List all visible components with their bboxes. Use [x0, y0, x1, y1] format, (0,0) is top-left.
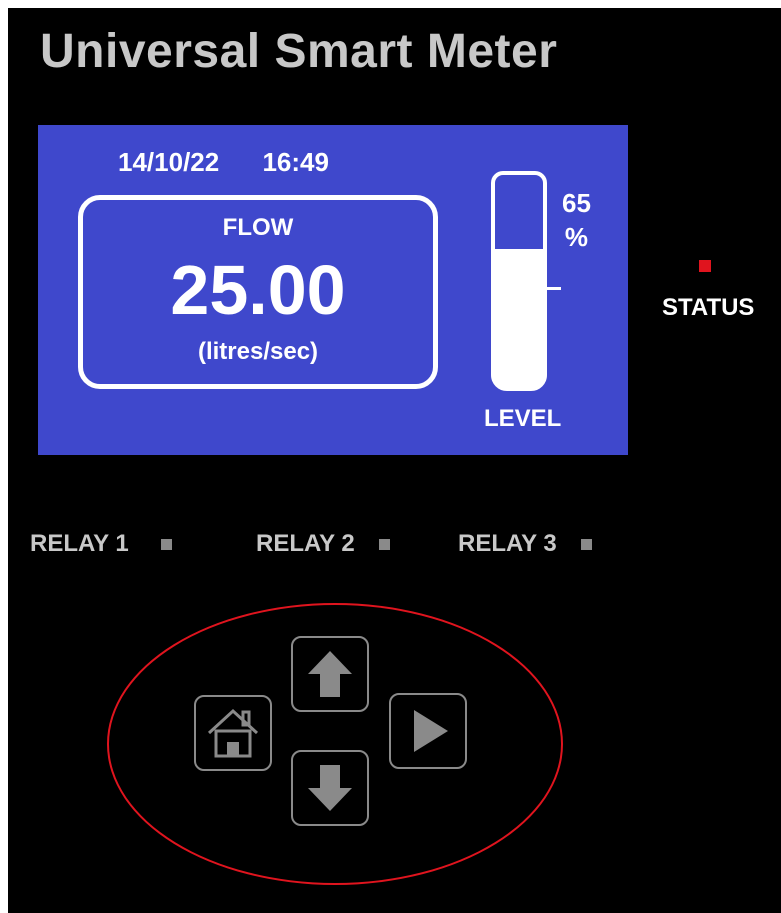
relay-2-label: RELAY 2 [256, 530, 355, 557]
up-button[interactable] [291, 636, 369, 712]
date-text: 14/10/22 [118, 147, 220, 177]
arrow-up-icon [308, 651, 352, 697]
relay-2-led [378, 538, 390, 550]
flow-label: FLOW [222, 214, 294, 241]
level-gauge-empty [495, 175, 543, 250]
relay-3-label: RELAY 3 [458, 530, 557, 557]
lcd-screen: 14/10/22 16:49 FLOW 25.00 (litres/sec) 6… [38, 125, 628, 455]
flow-readout: FLOW 25.00 (litres/sec) [78, 195, 438, 389]
home-button[interactable] [194, 695, 272, 771]
relay-3-indicator: RELAY 3 [458, 528, 592, 560]
arrow-down-icon [308, 765, 352, 811]
relay-2-indicator: RELAY 2 [256, 528, 390, 560]
level-percent: 65 % [562, 187, 591, 255]
relay-1-indicator: RELAY 1 [30, 528, 172, 560]
level-value: 65 [562, 188, 591, 218]
level-gauge [491, 171, 547, 391]
page-title: Universal Smart Meter [40, 25, 558, 78]
datetime-readout: 14/10/22 16:49 [118, 147, 329, 178]
time-text: 16:49 [262, 147, 329, 177]
status-led [699, 260, 711, 272]
play-icon [414, 710, 448, 752]
relay-1-label: RELAY 1 [30, 530, 129, 557]
level-label: LEVEL [484, 405, 562, 432]
flow-value: 25.00 [170, 251, 346, 329]
relay-1-led [160, 538, 172, 550]
play-button[interactable] [389, 693, 467, 769]
home-icon [207, 708, 259, 758]
level-unit: % [564, 221, 589, 252]
flow-unit: (litres/sec) [197, 338, 319, 365]
status-label: STATUS [662, 294, 755, 321]
down-button[interactable] [291, 750, 369, 826]
relay-3-led [580, 538, 592, 550]
level-gauge-tick [547, 287, 561, 290]
